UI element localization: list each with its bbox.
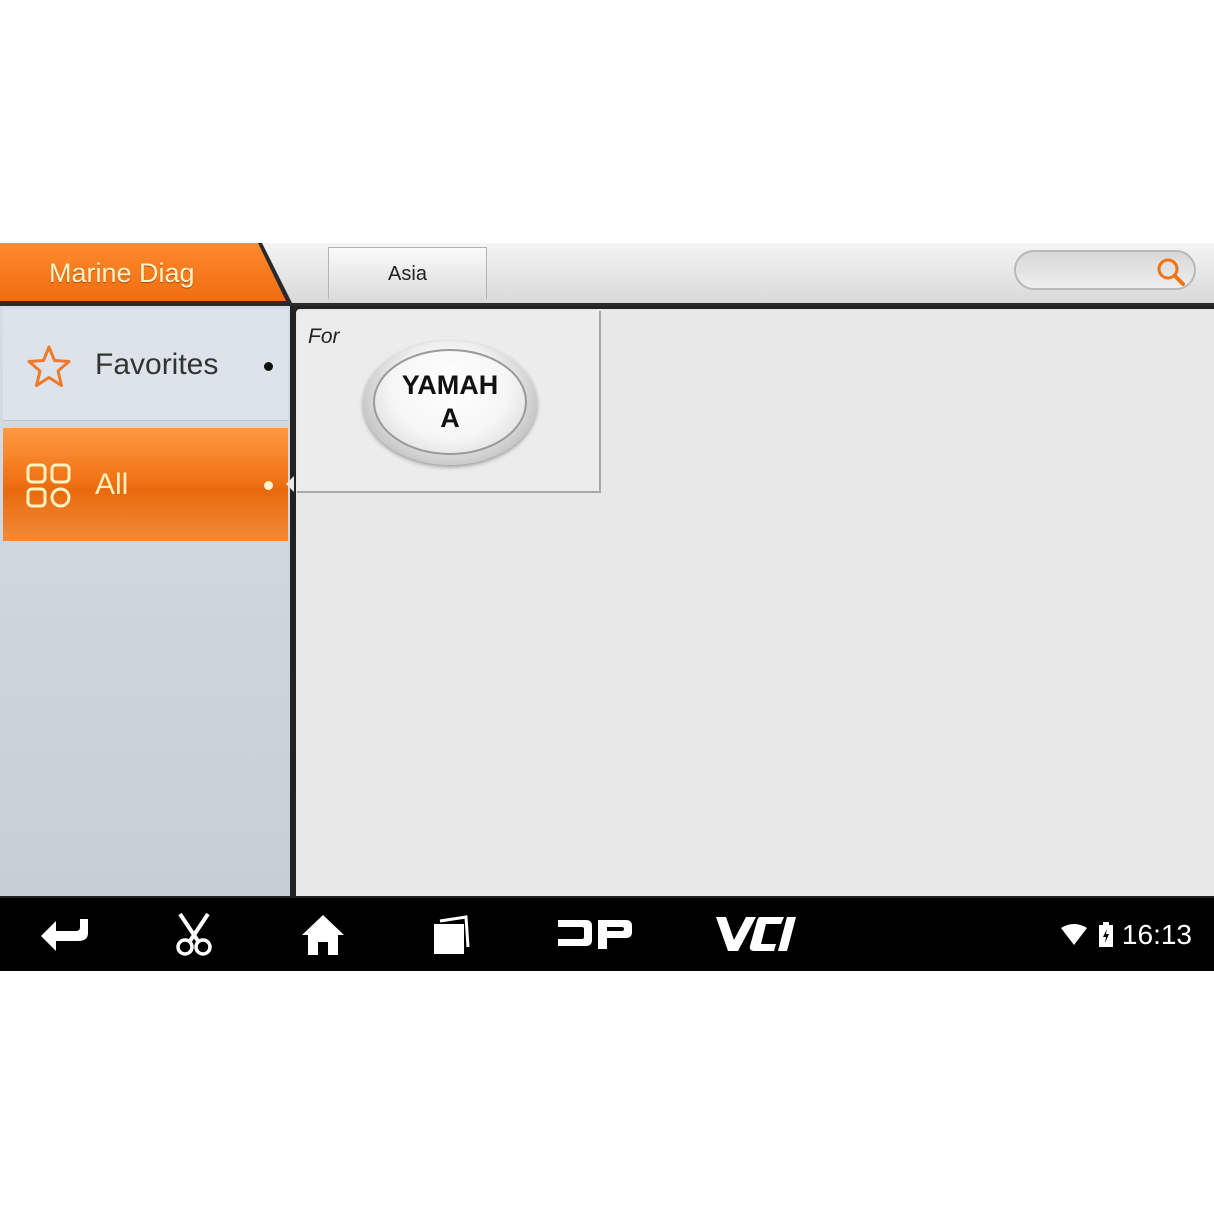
brand-card-yamaha[interactable]: For YAMAHA [297,311,601,493]
brand-badge[interactable]: YAMAHA [363,341,537,465]
status-area: 16:13 [1060,898,1192,971]
top-bar: Marine Diag Asia [0,243,1214,306]
indicator-dot [264,362,273,371]
brand-grid: For YAMAHA [296,309,1214,896]
search-icon[interactable] [1156,257,1186,287]
brand-name: YAMAHA [401,370,499,433]
battery-icon [1098,921,1113,947]
search-input[interactable] [1014,250,1196,290]
dp-button[interactable] [556,911,634,957]
sidebar-item-favorites[interactable]: Favorites [3,309,288,421]
star-icon [27,345,71,387]
sidebar-item-all[interactable]: All [3,428,288,541]
sidebar-item-label: Favorites [95,348,219,381]
vci-icon [716,917,796,951]
home-button[interactable] [300,911,346,957]
tab-asia[interactable]: Asia [328,247,487,299]
recent-apps-button[interactable] [430,911,474,957]
back-button[interactable] [38,911,92,957]
brand-badge-face: YAMAHA [373,349,527,455]
brand-prefix: For [308,325,340,348]
vci-button[interactable] [712,911,798,957]
scissors-icon [176,912,212,956]
back-icon [41,919,88,951]
sidebar-item-label: All [95,468,129,501]
navigation-bar: 16:13 [0,898,1214,971]
dp-icon [558,920,632,949]
status-clock: 16:13 [1121,918,1192,950]
screenshot-button[interactable] [172,911,216,957]
indicator-dot [264,481,273,490]
selection-pointer [286,476,294,492]
home-icon [302,915,344,955]
app-title: Marine Diag [0,243,286,301]
recent-apps-icon [434,915,470,954]
app-screen: Marine Diag Asia Favorites All For YAMAH… [0,243,1214,971]
wifi-icon [1060,923,1087,945]
grid-icon [26,463,71,508]
sidebar: Favorites All [0,306,290,896]
